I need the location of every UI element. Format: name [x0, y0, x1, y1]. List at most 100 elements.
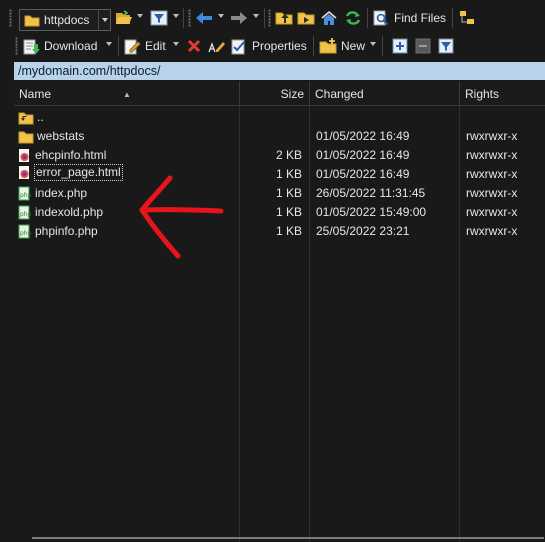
file-rights: rwxrwxr-x	[466, 167, 518, 181]
file-name: phpinfo.php	[35, 224, 98, 238]
file-row[interactable]: php phpinfo.php 1 KB 25/05/2022 23:21 rw…	[14, 222, 545, 241]
filter-files-button[interactable]	[438, 35, 454, 57]
column-header-rights[interactable]: Rights	[460, 81, 545, 105]
toolbar-grip[interactable]	[268, 9, 271, 27]
file-name-cell: webstats	[18, 127, 84, 146]
forward-arrow-icon	[231, 12, 247, 24]
file-rights: rwxrwxr-x	[466, 148, 518, 162]
parent-directory-button[interactable]	[275, 7, 293, 29]
file-name: indexold.php	[35, 205, 104, 219]
new-button[interactable]: New	[319, 35, 365, 57]
column-header-size-label: Size	[280, 87, 304, 101]
column-header-name[interactable]: Name ▲	[14, 81, 240, 105]
edit-button[interactable]: Edit	[124, 35, 166, 57]
file-row-focused[interactable]: error_page.html 1 KB 01/05/2022 16:49 rw…	[14, 164, 545, 184]
download-dropdown-icon[interactable]	[106, 42, 112, 46]
scrollbar-thumb[interactable]	[32, 537, 544, 539]
toolbar-grip[interactable]	[188, 9, 191, 27]
file-changed: 01/05/2022 16:49	[316, 148, 410, 162]
file-size: 1 KB	[275, 167, 302, 181]
file-size: 1 KB	[275, 205, 302, 219]
file-name-cell: php indexold.php	[18, 203, 103, 222]
download-button[interactable]: Download	[23, 35, 97, 57]
new-label: New	[341, 39, 366, 53]
delete-icon	[187, 39, 201, 53]
forward-button[interactable]	[230, 7, 248, 29]
column-header-changed-label: Changed	[315, 87, 364, 101]
svg-text:php: php	[20, 192, 32, 199]
file-name-cell: php index.php	[18, 184, 87, 203]
svg-text:php: php	[20, 211, 32, 218]
open-folder-button[interactable]	[115, 7, 133, 29]
file-name: ..	[37, 110, 44, 124]
php-file-icon: php	[18, 224, 32, 239]
file-changed: 01/05/2022 16:49	[316, 129, 410, 143]
parent-folder-icon	[275, 12, 293, 25]
file-name: webstats	[37, 129, 85, 143]
file-row[interactable]: ehcpinfo.html 2 KB 01/05/2022 16:49 rwxr…	[14, 146, 545, 165]
column-header-size[interactable]: Size	[240, 81, 310, 105]
new-dropdown-icon[interactable]	[370, 42, 376, 46]
properties-button[interactable]: Properties	[231, 35, 307, 57]
location-combo[interactable]: httpdocs	[19, 9, 111, 31]
refresh-button[interactable]	[344, 7, 362, 29]
new-folder-icon	[319, 38, 337, 54]
file-row[interactable]: php indexold.php 1 KB 01/05/2022 15:49:0…	[14, 203, 545, 222]
open-folder-dropdown-icon[interactable]	[137, 14, 143, 18]
edit-icon	[124, 39, 141, 54]
file-list-panel: Name ▲ Size Changed Rights .. webstats 0…	[14, 81, 545, 542]
html-file-icon	[19, 166, 29, 179]
find-files-button[interactable]: Find Files	[373, 7, 446, 29]
file-rights: rwxrwxr-x	[466, 224, 518, 238]
toolbar-top: httpdocs Find Files	[0, 4, 545, 33]
filter-button[interactable]	[150, 7, 168, 29]
file-rights: rwxrwxr-x	[466, 205, 518, 219]
select-files-button[interactable]	[392, 35, 408, 57]
download-label: Download	[44, 39, 98, 53]
file-row[interactable]: php index.php 1 KB 26/05/2022 11:31:45 r…	[14, 184, 545, 203]
file-size: 2 KB	[275, 148, 302, 162]
filter-dropdown-icon[interactable]	[173, 14, 179, 18]
horizontal-scrollbar[interactable]	[14, 535, 545, 542]
file-row[interactable]: webstats 01/05/2022 16:49 rwxrwxr-x	[14, 127, 545, 146]
properties-label: Properties	[252, 39, 307, 53]
toolbar-grip[interactable]	[9, 9, 12, 27]
tree-view-button[interactable]	[458, 7, 476, 29]
toolbar-grip[interactable]	[15, 37, 18, 55]
toolbar-separator	[264, 8, 265, 28]
file-row-parent[interactable]: ..	[14, 108, 545, 127]
php-file-icon: php	[18, 205, 32, 220]
column-header-changed[interactable]: Changed	[310, 81, 460, 105]
edit-dropdown-icon[interactable]	[173, 42, 179, 46]
file-changed: 25/05/2022 23:21	[316, 224, 410, 238]
toolbar-separator	[118, 36, 119, 56]
path-bar[interactable]: /mydomain.com/httpdocs/	[14, 62, 545, 80]
file-name-cell: ..	[18, 108, 44, 127]
file-name: index.php	[35, 186, 88, 200]
edit-label: Edit	[145, 39, 166, 53]
back-dropdown-icon[interactable]	[218, 14, 224, 18]
rename-icon	[208, 42, 225, 53]
toolbar-separator	[313, 36, 314, 56]
rename-button[interactable]	[208, 35, 226, 57]
file-name-cell: error_page.html	[18, 164, 123, 181]
forward-dropdown-icon[interactable]	[253, 14, 259, 18]
folder-icon	[18, 131, 34, 143]
home-icon	[321, 10, 337, 25]
back-button[interactable]	[195, 7, 213, 29]
file-rights: rwxrwxr-x	[466, 129, 518, 143]
file-changed: 01/05/2022 15:49:00	[316, 205, 427, 219]
delete-button[interactable]	[186, 35, 202, 57]
refresh-icon	[345, 11, 361, 25]
filter-icon	[438, 38, 454, 54]
svg-text:php: php	[20, 230, 32, 237]
file-changed: 26/05/2022 11:31:45	[316, 186, 426, 200]
unselect-files-button[interactable]	[415, 35, 431, 57]
open-folder-icon	[116, 10, 132, 24]
file-size: 1 KB	[275, 224, 302, 238]
chevron-down-icon[interactable]	[98, 10, 110, 30]
home-directory-button[interactable]	[320, 7, 338, 29]
back-arrow-icon	[196, 12, 212, 24]
root-directory-button[interactable]	[297, 7, 315, 29]
plus-select-icon	[392, 38, 408, 54]
